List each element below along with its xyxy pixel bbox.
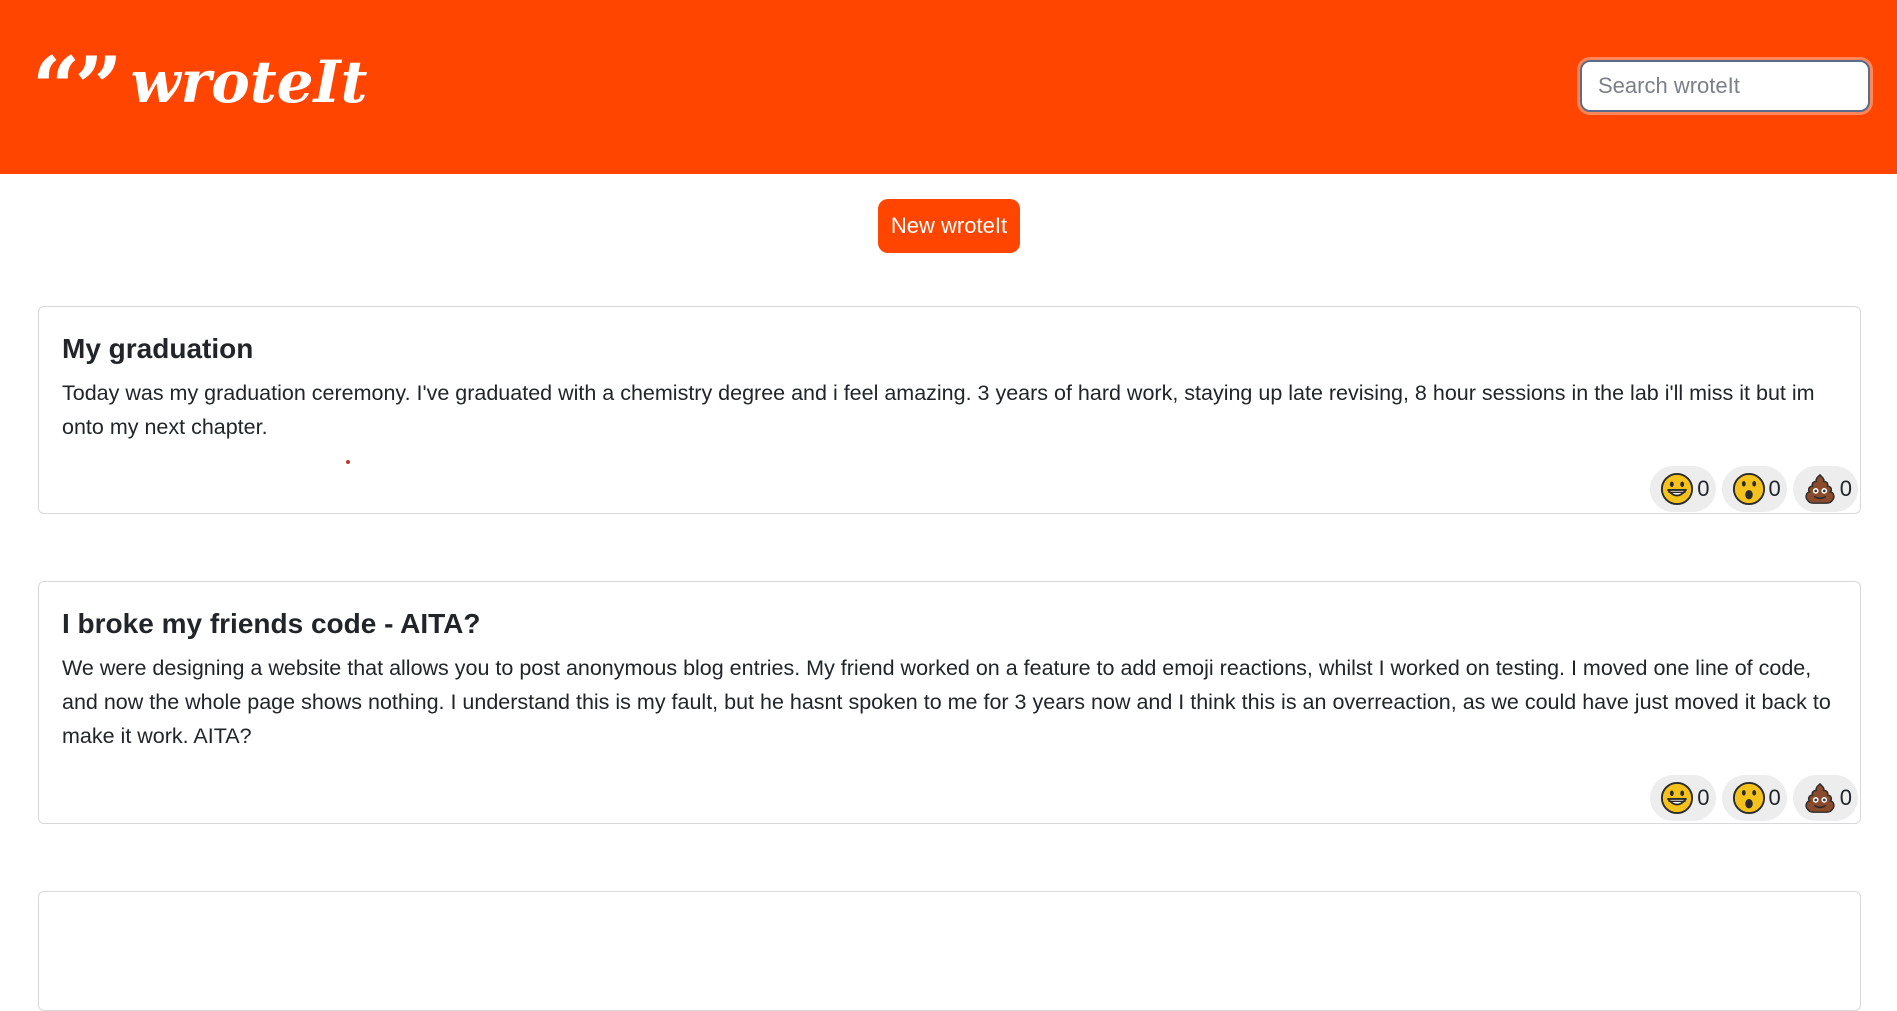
new-wroteit-button[interactable]: New wroteIt: [878, 199, 1020, 253]
reaction-count: 0: [1697, 785, 1710, 810]
grinning-face-icon: [1661, 472, 1694, 506]
reaction-count: 0: [1768, 476, 1781, 501]
reaction-bar: 0 0 0: [1650, 466, 1858, 512]
app-header: “” wroteIt: [0, 0, 1897, 174]
post-body: We were designing a website that allows …: [62, 656, 1831, 748]
reaction-count: 0: [1839, 785, 1852, 810]
post-title: My graduation: [62, 333, 254, 364]
reaction-count: 0: [1839, 476, 1852, 501]
poop-icon: [1805, 782, 1835, 813]
reaction-surprised-button[interactable]: 0: [1721, 775, 1787, 821]
reaction-grinning-button[interactable]: 0: [1650, 775, 1716, 821]
post-title: I broke my friends code - AITA?: [62, 608, 481, 639]
reaction-poop-button[interactable]: 0: [1792, 775, 1858, 821]
poop-icon: [1805, 473, 1835, 504]
post-card: I broke my friends code - AITA? We were …: [38, 581, 1861, 824]
stray-dot: [346, 460, 350, 464]
reaction-count: 0: [1697, 476, 1710, 501]
surprised-face-icon: [1732, 472, 1765, 506]
post-body: Today was my graduation ceremony. I've g…: [62, 381, 1815, 439]
logo-text: wroteIt: [130, 48, 368, 116]
post-card: [38, 891, 1861, 1011]
logo[interactable]: “” wroteIt: [32, 40, 368, 130]
post-card: My graduation Today was my graduation ce…: [38, 306, 1861, 514]
search-input[interactable]: [1580, 60, 1870, 112]
reaction-surprised-button[interactable]: 0: [1721, 466, 1787, 512]
quote-icon: “”: [32, 38, 123, 137]
reaction-poop-button[interactable]: 0: [1792, 466, 1858, 512]
grinning-face-icon: [1661, 781, 1694, 815]
reaction-grinning-button[interactable]: 0: [1650, 466, 1716, 512]
reaction-count: 0: [1768, 785, 1781, 810]
reaction-bar: 0 0 0: [1650, 775, 1858, 821]
surprised-face-icon: [1732, 781, 1765, 815]
